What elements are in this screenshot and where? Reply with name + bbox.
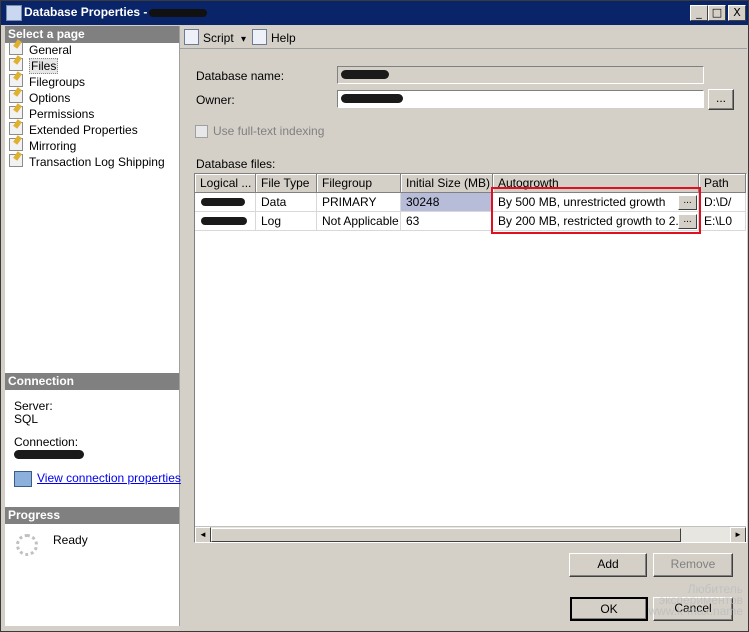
page-item-label: General: [29, 43, 72, 57]
page-item-general[interactable]: General: [9, 42, 177, 58]
page-icon: [9, 90, 23, 103]
page-icon: [9, 122, 23, 135]
view-connection-properties-link[interactable]: View connection properties: [37, 471, 181, 485]
script-label: Script: [203, 31, 234, 45]
redacted-owner-value: [341, 94, 403, 103]
redacted-connection-value: [14, 450, 84, 459]
page-icon: [9, 58, 23, 71]
page-item-transaction-log-shipping[interactable]: Transaction Log Shipping: [9, 154, 177, 170]
close-button[interactable]: X: [728, 5, 746, 21]
scroll-left-icon[interactable]: ◄: [195, 527, 211, 542]
column-header-file-type[interactable]: File Type: [256, 174, 317, 193]
cell-file-type[interactable]: Log: [256, 212, 317, 231]
fulltext-indexing-label: Use full-text indexing: [213, 124, 325, 138]
redacted-logical-name: [201, 198, 245, 206]
page-item-label: Mirroring: [29, 139, 77, 153]
page-item-label: Filegroups: [29, 75, 86, 89]
server-label: Server:: [14, 399, 53, 413]
scroll-thumb[interactable]: [211, 528, 681, 542]
page-icon: [9, 154, 23, 167]
fulltext-indexing-checkbox[interactable]: [195, 125, 208, 138]
connection-header: Connection: [5, 373, 179, 390]
page-item-label: Extended Properties: [29, 123, 138, 137]
help-button[interactable]: Help: [252, 29, 296, 45]
database-name-field[interactable]: [337, 66, 704, 84]
toolbar: Script ▾ Help: [180, 26, 747, 49]
page-item-label: Transaction Log Shipping: [29, 155, 165, 169]
watermark-line: Любитель: [687, 582, 743, 596]
column-header-path[interactable]: Path: [699, 174, 746, 193]
cell-initial-size[interactable]: 30248: [401, 193, 493, 212]
owner-label: Owner:: [196, 93, 235, 107]
database-files-label: Database files:: [196, 157, 276, 171]
progress-header: Progress: [5, 507, 179, 524]
page-item-permissions[interactable]: Permissions: [9, 106, 177, 122]
column-header-filegroup[interactable]: Filegroup: [317, 174, 401, 193]
column-header-logical-name[interactable]: Logical ...: [195, 174, 256, 193]
redacted-database-name-value: [341, 70, 389, 79]
progress-status: Ready: [53, 533, 88, 547]
cell-path[interactable]: E:\L0: [699, 212, 746, 231]
page-item-label: Files: [29, 58, 59, 74]
cancel-button[interactable]: Cancel: [653, 597, 733, 621]
cell-logical-name[interactable]: [195, 193, 256, 212]
redacted-database-name: [149, 9, 207, 17]
minimize-button[interactable]: _: [690, 5, 708, 21]
title-bar: Database Properties - _ □ X: [1, 1, 748, 25]
scroll-right-icon[interactable]: ►: [730, 527, 746, 542]
column-header-initial-size[interactable]: Initial Size (MB): [401, 174, 493, 193]
horizontal-scrollbar[interactable]: ◄ ►: [195, 526, 746, 542]
left-pane: Select a page General Files Filegroups O…: [5, 26, 181, 626]
page-item-options[interactable]: Options: [9, 90, 177, 106]
cell-path[interactable]: D:\D/: [699, 193, 746, 212]
owner-browse-button[interactable]: ...: [708, 89, 734, 110]
connection-properties-icon: [14, 471, 32, 487]
page-item-label: Options: [29, 91, 71, 105]
owner-field[interactable]: [337, 90, 704, 108]
select-page-header: Select a page: [5, 26, 179, 43]
ok-button[interactable]: OK: [570, 597, 648, 621]
cell-filegroup[interactable]: Not Applicable: [317, 212, 401, 231]
help-label: Help: [271, 31, 296, 45]
page-item-label: Permissions: [29, 107, 95, 121]
script-icon: [184, 29, 199, 45]
page-item-files[interactable]: Files: [9, 58, 177, 74]
help-icon: [252, 29, 267, 45]
remove-button[interactable]: Remove: [653, 553, 733, 577]
cell-logical-name[interactable]: [195, 212, 256, 231]
window-title: Database Properties -: [24, 5, 148, 19]
page-icon: [9, 138, 23, 151]
database-properties-window: Database Properties - _ □ X Select a pag…: [0, 0, 749, 632]
redacted-logical-name: [201, 217, 247, 225]
database-name-label: Database name:: [196, 69, 285, 83]
server-value: SQL: [14, 412, 39, 426]
cell-initial-size[interactable]: 63: [401, 212, 493, 231]
chevron-down-icon[interactable]: ▾: [241, 34, 246, 45]
page-icon: [9, 74, 23, 87]
page-item-extended-properties[interactable]: Extended Properties: [9, 122, 177, 138]
connection-label: Connection:: [14, 435, 79, 449]
page-icon: [9, 42, 23, 55]
script-button[interactable]: Script ▾: [184, 29, 246, 45]
add-button[interactable]: Add: [569, 553, 647, 577]
page-item-filegroups[interactable]: Filegroups: [9, 74, 177, 90]
maximize-button[interactable]: □: [708, 5, 726, 21]
page-item-mirroring[interactable]: Mirroring: [9, 138, 177, 154]
cell-filegroup[interactable]: PRIMARY: [317, 193, 401, 212]
page-icon: [9, 106, 23, 119]
database-icon: [6, 5, 22, 21]
autogrowth-highlight-box: [491, 187, 701, 234]
progress-spinner-icon: [16, 534, 38, 556]
cell-file-type[interactable]: Data: [256, 193, 317, 212]
